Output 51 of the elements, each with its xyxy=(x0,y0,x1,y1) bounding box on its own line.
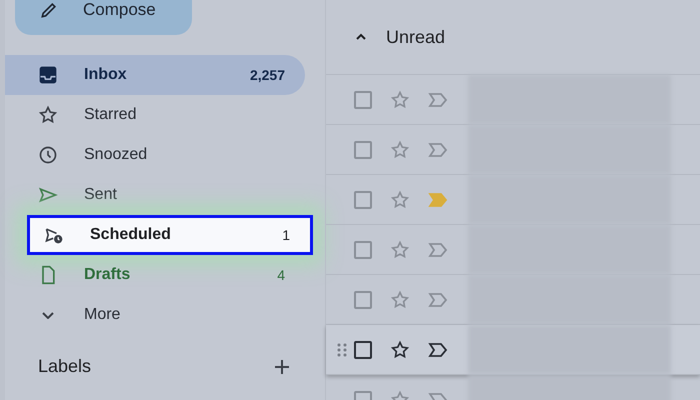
nav-label: Snoozed xyxy=(84,145,148,165)
nav-item[interactable]: Snoozed xyxy=(5,135,305,175)
email-row[interactable] xyxy=(326,175,700,225)
checkbox[interactable] xyxy=(354,340,372,358)
importance-marker-icon[interactable] xyxy=(428,142,448,158)
checkbox[interactable] xyxy=(354,240,372,258)
section-title: Unread xyxy=(386,26,446,48)
importance-marker-icon[interactable] xyxy=(428,292,448,308)
star-icon[interactable] xyxy=(390,340,410,360)
email-row[interactable] xyxy=(326,275,700,325)
importance-marker-icon[interactable] xyxy=(428,192,448,208)
drag-handle-icon[interactable] xyxy=(337,342,347,356)
compose-button[interactable]: Compose xyxy=(15,0,192,35)
star-icon[interactable] xyxy=(390,290,410,310)
nav-count: 2,257 xyxy=(250,66,285,84)
email-row[interactable] xyxy=(326,75,700,125)
nav-item[interactable]: More xyxy=(5,295,305,335)
nav-item[interactable]: Starred xyxy=(5,95,305,135)
nav-item[interactable]: Sent xyxy=(5,175,305,215)
nav-item[interactable]: Inbox 2,257 xyxy=(5,55,305,95)
nav-label: Sent xyxy=(84,185,118,205)
email-row[interactable] xyxy=(326,125,700,175)
pencil-icon xyxy=(39,0,59,20)
nav-label: Scheduled xyxy=(90,225,172,245)
star-icon[interactable] xyxy=(390,240,410,260)
nav-item[interactable]: Scheduled 1 xyxy=(27,215,313,255)
email-row[interactable] xyxy=(326,225,700,275)
importance-marker-icon[interactable] xyxy=(428,342,448,358)
nav-label: Starred xyxy=(84,105,138,125)
checkbox[interactable] xyxy=(354,190,372,208)
chevron-down-icon xyxy=(42,312,54,318)
importance-marker-icon[interactable] xyxy=(428,92,448,108)
plus-icon[interactable] xyxy=(274,358,290,374)
nav-label: Inbox xyxy=(84,65,128,85)
nav-item[interactable]: Drafts 4 xyxy=(5,255,305,295)
checkbox[interactable] xyxy=(354,290,372,308)
checkbox[interactable] xyxy=(354,140,372,158)
star-icon[interactable] xyxy=(390,140,410,160)
star-icon[interactable] xyxy=(390,190,410,210)
clock-icon xyxy=(38,145,58,165)
send-icon xyxy=(38,185,58,205)
star-icon xyxy=(38,105,58,125)
nav-label: Drafts xyxy=(84,265,132,285)
nav-count: 1 xyxy=(282,226,290,244)
nav-label: More xyxy=(84,305,122,325)
checkbox[interactable] xyxy=(354,90,372,108)
nav-count: 4 xyxy=(277,266,285,284)
labels-heading: Labels xyxy=(38,355,92,378)
importance-marker-icon[interactable] xyxy=(428,242,448,258)
star-icon[interactable] xyxy=(390,90,410,110)
inbox-icon xyxy=(38,65,58,85)
